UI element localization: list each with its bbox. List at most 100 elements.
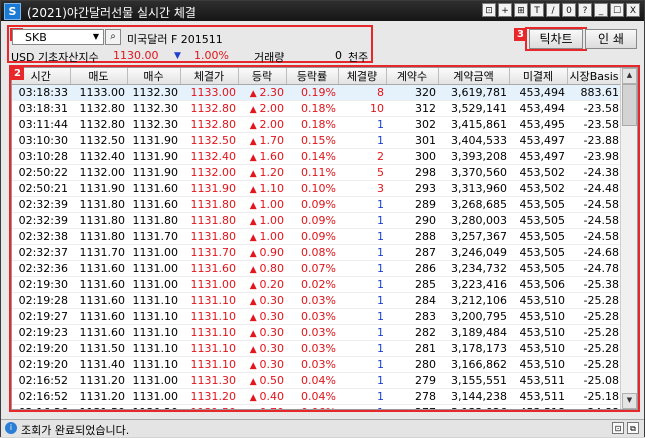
col-header-price[interactable]: 체결가 (180, 68, 239, 85)
cell-bid: 1132.30 (127, 100, 180, 117)
col-header-change-rate[interactable]: 등락률 (286, 68, 339, 85)
title-bar[interactable]: S (2021)야간달러선물 실시간 체결 ⊡ + ⊞ T / 0 ? _ ☐ … (1, 1, 644, 21)
pin-icon[interactable]: / (546, 3, 560, 17)
col-header-change[interactable]: 등락 (238, 68, 287, 85)
cell-change: ▲ 1.00 (238, 196, 286, 213)
text-icon[interactable]: T (530, 3, 544, 17)
cell-open-interest: 453,510 (509, 340, 567, 357)
link-icon[interactable]: ⊡ (482, 3, 496, 17)
table-row[interactable]: 02:50:22 1132.00 1131.90 1132.00 ▲ 1.20 0.11%… (12, 164, 621, 181)
table-row[interactable]: 03:10:30 1132.50 1131.90 1132.50 ▲ 1.70 0.15%… (12, 132, 621, 149)
table-row[interactable]: 02:19:20 1131.40 1131.10 1131.10 ▲ 0.30 0.03%… (12, 356, 621, 373)
cell-market-basis: -24.88 (567, 404, 621, 409)
cell-contract-amount: 3,415,861 (438, 116, 509, 133)
cell-time: 02:32:39 (12, 196, 70, 213)
minimize-button[interactable]: _ (594, 3, 608, 17)
up-triangle-icon: ▲ (249, 201, 260, 211)
cell-trade-qty: 1 (338, 388, 386, 405)
col-header-contract-amount[interactable]: 계약금액 (438, 68, 510, 85)
table-row[interactable]: 02:19:27 1131.60 1131.10 1131.10 ▲ 0.30 0.03%… (12, 308, 621, 325)
cell-trade-qty: 3 (338, 180, 386, 197)
col-header-open-interest[interactable]: 미결제 (509, 68, 568, 85)
volume-label: 거래량 (254, 51, 285, 64)
col-header-ask[interactable]: 매도 (70, 68, 128, 85)
up-triangle-icon: ▲ (249, 377, 260, 387)
maximize-button[interactable]: ☐ (610, 3, 624, 17)
cell-change: ▲ 0.30 (238, 356, 286, 373)
cell-bid: 1131.00 (127, 244, 180, 261)
table-row[interactable]: 02:32:39 1131.80 1131.80 1131.80 ▲ 1.00 0.09%… (12, 212, 621, 229)
col-header-contracts[interactable]: 계약수 (386, 68, 439, 85)
table-row[interactable]: 03:18:31 1132.80 1132.30 1132.80 ▲ 2.00 0.18%… (12, 100, 621, 117)
change-value: 1.60 (259, 150, 285, 163)
app-icon: S (4, 3, 21, 20)
scroll-thumb[interactable] (622, 84, 637, 126)
table-row[interactable]: 02:19:20 1131.50 1131.10 1131.10 ▲ 0.30 0.03%… (12, 340, 621, 357)
cell-trade-qty: 1 (338, 404, 386, 409)
scroll-down-icon[interactable]: ▼ (622, 393, 637, 409)
table-row[interactable]: 02:32:39 1131.80 1131.60 1131.80 ▲ 1.00 0.09%… (12, 196, 621, 213)
scroll-up-icon[interactable]: ▲ (622, 68, 637, 84)
print-button[interactable]: 인 쇄 (585, 29, 637, 49)
table-row[interactable]: 02:32:37 1131.70 1131.00 1131.70 ▲ 0.90 0.08%… (12, 244, 621, 261)
cell-market-basis: -25.28 (567, 308, 621, 325)
cell-contracts: 284 (386, 292, 438, 309)
add-icon[interactable]: + (498, 3, 512, 17)
cell-change: ▲ 0.70 (238, 404, 286, 409)
status-link-icon[interactable]: ⊡ (612, 422, 624, 434)
table-row[interactable]: 02:50:21 1131.90 1131.60 1131.90 ▲ 1.10 0.10%… (12, 180, 621, 197)
table-row[interactable]: 02:32:38 1131.80 1131.70 1131.80 ▲ 1.00 0.09%… (12, 228, 621, 245)
cell-trade-qty: 1 (338, 356, 386, 373)
cell-ask: 1131.60 (70, 292, 127, 309)
cell-change: ▲ 1.70 (238, 132, 286, 149)
col-header-market-basis[interactable]: 시장Basis (567, 68, 622, 85)
col-header-trade-qty[interactable]: 체결량 (338, 68, 387, 85)
grid-icon[interactable]: ⊞ (514, 3, 528, 17)
status-page-icon[interactable]: ⧉ (627, 422, 639, 434)
table-row[interactable]: 03:18:33 1133.00 1132.30 1133.00 ▲ 2.30 0.19%… (12, 84, 621, 101)
table-row[interactable]: 02:16:52 1131.20 1131.00 1131.30 ▲ 0.50 0.04%… (12, 372, 621, 389)
search-icon[interactable]: ⌕ (105, 29, 121, 45)
cell-change-rate: 0.08% (286, 244, 338, 261)
underlying-label: USD 기초자산지수 (11, 51, 99, 64)
table-row[interactable]: 03:11:44 1132.80 1132.30 1132.80 ▲ 2.00 0.18%… (12, 116, 621, 133)
cell-market-basis: -23.58 (567, 116, 621, 133)
cell-trade-qty: 1 (338, 260, 386, 277)
cell-bid: 1131.00 (127, 276, 180, 293)
cell-change: ▲ 0.80 (238, 260, 286, 277)
table-row[interactable]: 02:16:261131.501130.201131.50▲ 0.700.06%… (12, 404, 621, 409)
table-row[interactable]: 02:19:28 1131.60 1131.10 1131.10 ▲ 0.30 0.03%… (12, 292, 621, 309)
chevron-down-icon[interactable]: ▼ (90, 31, 102, 43)
table-row[interactable]: 03:10:28 1132.40 1131.90 1132.40 ▲ 1.60 0.14%… (12, 148, 621, 165)
table-row[interactable]: 02:19:30 1131.60 1131.00 1131.00 ▲ 0.20 0.02%… (12, 276, 621, 293)
cell-change-rate: 0.03% (286, 324, 338, 341)
cell-price: 1132.80 (180, 100, 238, 117)
product-code-combo[interactable]: SKB ▼ (12, 29, 104, 45)
help-icon[interactable]: ? (578, 3, 592, 17)
col-header-bid[interactable]: 매수 (127, 68, 181, 85)
cell-bid: 1131.10 (127, 308, 180, 325)
change-down-icon: ▼ (174, 51, 181, 61)
cell-ask: 1132.40 (70, 148, 127, 165)
table-row[interactable]: 02:32:36 1131.60 1131.00 1131.60 ▲ 0.80 0.07%… (12, 260, 621, 277)
cell-contracts: 280 (386, 356, 438, 373)
trade-grid[interactable]: 시간 매도 매수 체결가 등락 등락률 체결량 계약수 계약금액 미결제 시장B… (11, 67, 638, 410)
close-button[interactable]: X (626, 3, 640, 17)
table-row[interactable]: 02:16:52 1131.20 1131.00 1131.20 ▲ 0.40 0.04%… (12, 388, 621, 405)
cell-change: ▲ 0.90 (238, 244, 286, 261)
cell-price: 1133.00 (180, 84, 238, 101)
cell-time: 03:11:44 (12, 116, 70, 133)
cell-time: 02:32:37 (12, 244, 70, 261)
zero-icon[interactable]: 0 (562, 3, 576, 17)
tick-chart-button[interactable]: 틱차트 (529, 29, 583, 49)
cell-market-basis: -24.58 (567, 196, 621, 213)
cell-price: 1132.00 (180, 164, 238, 181)
cell-contracts: 289 (386, 196, 438, 213)
up-triangle-icon: ▲ (249, 345, 260, 355)
cell-market-basis: -24.38 (567, 164, 621, 181)
cell-trade-qty: 1 (338, 228, 386, 245)
grid-badge: 2 (11, 67, 24, 80)
table-row[interactable]: 02:19:23 1131.60 1131.10 1131.10 ▲ 0.30 0.03%… (12, 324, 621, 341)
cell-contract-amount: 3,234,732 (438, 260, 509, 277)
vertical-scrollbar[interactable]: ▲ ▼ (620, 68, 637, 409)
